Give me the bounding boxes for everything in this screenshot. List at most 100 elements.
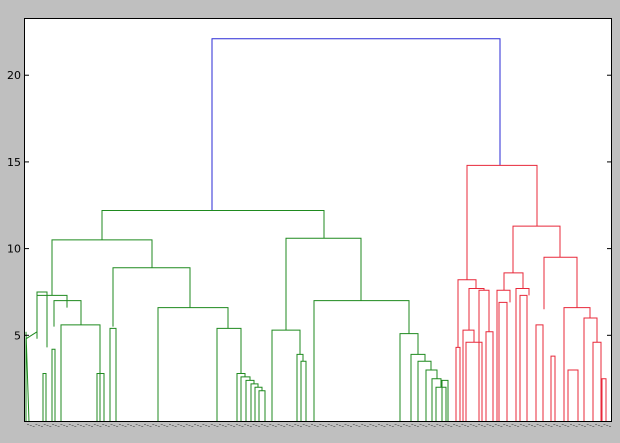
leaf-label-mark xyxy=(405,425,408,426)
leaf-label-mark xyxy=(127,424,130,425)
leaf-label-mark xyxy=(124,426,127,427)
leaf-label-mark xyxy=(169,424,171,425)
leaf-label-mark xyxy=(149,426,152,427)
leaf-label-mark xyxy=(258,426,261,427)
leaf-label-mark xyxy=(583,426,586,427)
leaf-label-mark xyxy=(180,425,183,426)
leaf-label-mark xyxy=(118,424,121,425)
leaf-label-mark xyxy=(391,426,394,427)
leaf-label-mark xyxy=(35,424,38,425)
leaf-label-mark xyxy=(121,425,124,426)
leaf-label-mark xyxy=(542,426,545,427)
leaf-label-mark xyxy=(199,426,202,427)
leaf-label-mark xyxy=(299,426,302,427)
leaf-label-mark xyxy=(400,426,403,427)
leaf-label-mark xyxy=(238,425,241,426)
leaf-label-mark xyxy=(188,425,191,426)
leaf-label-mark xyxy=(347,425,350,426)
leaf-label-mark xyxy=(252,424,255,425)
leaf-label-mark xyxy=(255,425,258,426)
leaf-label-mark xyxy=(422,425,425,426)
leaf-label-mark xyxy=(182,426,185,427)
leaf-label-mark xyxy=(88,425,91,426)
leaf-label-mark xyxy=(194,424,197,425)
leaf-label-mark xyxy=(439,425,442,426)
leaf-label-mark xyxy=(603,424,606,425)
leaf-label-mark xyxy=(595,424,598,425)
leaf-label-mark xyxy=(219,424,222,425)
y-tick-label-5: 5 xyxy=(14,329,21,342)
leaf-label-mark xyxy=(453,424,456,425)
leaf-label-mark xyxy=(327,424,330,425)
leaf-label-mark xyxy=(558,426,561,427)
leaf-label-mark xyxy=(205,425,208,426)
leaf-label-mark xyxy=(483,426,486,427)
leaf-label-mark xyxy=(461,424,464,425)
leaf-label-mark xyxy=(330,425,333,426)
leaf-label-mark xyxy=(227,424,230,425)
leaf-label-mark xyxy=(146,425,149,426)
leaf-label-mark xyxy=(32,426,35,427)
leaf-label-mark xyxy=(302,424,305,425)
leaf-label-mark xyxy=(213,425,216,426)
leaf-label-mark xyxy=(389,425,391,426)
leaf-label-mark xyxy=(319,424,322,425)
leaf-label-mark xyxy=(369,424,372,425)
leaf-label-mark xyxy=(394,424,397,425)
leaf-label-mark xyxy=(43,424,46,425)
leaf-label-mark xyxy=(428,424,430,425)
leaf-label-mark xyxy=(325,426,327,427)
leaf-label-mark xyxy=(171,425,174,426)
leaf-label-mark xyxy=(68,424,71,425)
axes-background xyxy=(24,18,612,422)
leaf-label-mark xyxy=(54,425,57,426)
leaf-label-mark xyxy=(536,424,539,425)
leaf-label-mark xyxy=(49,426,52,427)
leaf-label-mark xyxy=(567,426,570,427)
leaf-label-mark xyxy=(266,426,269,427)
leaf-label-mark xyxy=(277,424,280,425)
leaf-label-mark xyxy=(297,425,300,426)
leaf-label-mark xyxy=(66,426,68,427)
leaf-label-mark xyxy=(545,424,547,425)
leaf-label-mark xyxy=(441,426,444,427)
leaf-label-mark xyxy=(77,424,80,425)
leaf-label-mark xyxy=(152,424,155,425)
leaf-label-mark xyxy=(553,424,556,425)
leaf-label-mark xyxy=(416,426,419,427)
leaf-label-mark xyxy=(572,425,575,426)
leaf-label-mark xyxy=(82,426,85,427)
leaf-label-mark xyxy=(291,426,294,427)
leaf-label-mark xyxy=(283,426,286,427)
leaf-label-mark xyxy=(430,425,433,426)
leaf-label-mark xyxy=(436,424,439,425)
leaf-label-mark xyxy=(185,424,188,425)
leaf-label-mark xyxy=(260,424,263,425)
leaf-label-mark xyxy=(160,424,163,425)
leaf-label-mark xyxy=(130,425,132,426)
leaf-label-mark xyxy=(525,426,528,427)
leaf-label-mark xyxy=(606,425,609,426)
leaf-label-mark xyxy=(40,426,43,427)
leaf-label-mark xyxy=(517,426,520,427)
leaf-label-mark xyxy=(500,426,503,427)
leaf-label-mark xyxy=(316,426,319,427)
leaf-label-mark xyxy=(425,426,428,427)
leaf-label-mark xyxy=(305,425,308,426)
leaf-label-mark xyxy=(221,425,224,426)
leaf-label-mark xyxy=(447,425,450,426)
leaf-label-mark xyxy=(522,425,525,426)
leaf-label-mark xyxy=(247,425,249,426)
leaf-label-mark xyxy=(333,426,336,427)
leaf-label-mark xyxy=(338,425,341,426)
leaf-label-mark xyxy=(533,426,536,427)
leaf-label-mark xyxy=(155,425,158,426)
leaf-label-mark xyxy=(202,424,205,425)
leaf-label-mark xyxy=(144,424,146,425)
leaf-label-mark xyxy=(397,425,400,426)
leaf-label-mark xyxy=(308,426,311,427)
leaf-label-mark xyxy=(383,426,386,427)
leaf-label-mark xyxy=(497,425,500,426)
leaf-label-mark xyxy=(467,426,469,427)
leaf-label-mark xyxy=(377,424,380,425)
